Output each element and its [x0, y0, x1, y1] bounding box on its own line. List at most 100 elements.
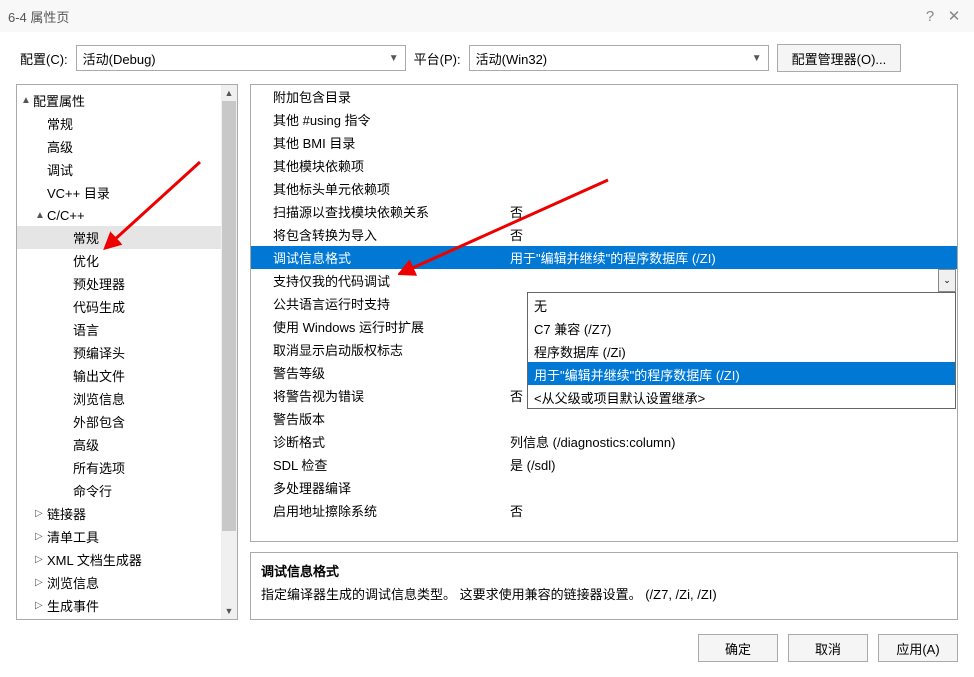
dropdown-option[interactable]: 程序数据库 (/Zi) [528, 339, 955, 362]
property-value[interactable]: 列信息 (/diagnostics:column) [506, 432, 957, 451]
tree-item-label: 优化 [73, 251, 99, 270]
property-name: 其他模块依赖项 [251, 156, 506, 175]
property-name: 启用地址擦除系统 [251, 501, 506, 520]
scroll-down-icon[interactable]: ▼ [221, 603, 237, 619]
property-name: 调试信息格式 [251, 248, 506, 267]
tree-item[interactable]: 所有选项 [17, 456, 237, 479]
expand-icon[interactable]: ▷ [35, 577, 47, 588]
platform-select[interactable]: 活动(Win32) ▼ [469, 45, 769, 71]
expand-icon[interactable]: ▲ [21, 95, 33, 106]
tree-item[interactable]: 高级 [17, 135, 237, 158]
tree-item[interactable]: ▲C/C++ [17, 204, 237, 226]
close-icon[interactable]: ✕ [942, 7, 966, 25]
ok-button[interactable]: 确定 [698, 634, 778, 662]
property-value[interactable]: 用于"编辑并继续"的程序数据库 (/ZI) [506, 248, 957, 267]
tree-item[interactable]: ▷浏览信息 [17, 571, 237, 594]
tree-item[interactable]: 预处理器 [17, 272, 237, 295]
tree-item[interactable]: 常规 [17, 112, 237, 135]
apply-button[interactable]: 应用(A) [878, 634, 958, 662]
tree-item[interactable]: 调试 [17, 158, 237, 181]
property-value[interactable]: 是 (/sdl) [506, 455, 957, 474]
property-name: 其他标头单元依赖项 [251, 179, 506, 198]
property-name: 使用 Windows 运行时扩展 [251, 317, 506, 336]
property-name: 多处理器编译 [251, 478, 506, 497]
tree-item-label: 配置属性 [33, 91, 85, 110]
dropdown-option[interactable]: <从父级或项目默认设置继承> [528, 385, 955, 408]
dropdown-option[interactable]: 用于"编辑并继续"的程序数据库 (/ZI) [528, 362, 955, 385]
description-title: 调试信息格式 [261, 561, 947, 580]
config-value: 活动(Debug) [83, 49, 389, 68]
tree-item-label: 调试 [47, 160, 73, 179]
scrollbar-thumb[interactable] [222, 101, 236, 531]
property-name: 将警告视为错误 [251, 386, 506, 405]
tree-item-label: VC++ 目录 [47, 183, 110, 202]
description-panel: 调试信息格式 指定编译器生成的调试信息类型。 这要求使用兼容的链接器设置。 (/… [250, 552, 958, 620]
property-row[interactable]: 启用地址擦除系统否 [251, 499, 957, 522]
tree-item[interactable]: ▷清单工具 [17, 525, 237, 548]
nav-tree[interactable]: ▲ ▼ ▲配置属性常规高级调试VC++ 目录▲C/C++常规优化预处理器代码生成… [16, 84, 238, 620]
dropdown-option[interactable]: C7 兼容 (/Z7) [528, 316, 955, 339]
help-icon[interactable]: ? [918, 8, 942, 25]
tree-item[interactable]: ▷XML 文档生成器 [17, 548, 237, 571]
tree-item[interactable]: ▷链接器 [17, 502, 237, 525]
expand-icon[interactable]: ▲ [35, 210, 47, 221]
property-value[interactable]: 否 [506, 501, 957, 520]
tree-item[interactable]: 代码生成 [17, 295, 237, 318]
tree-item[interactable]: 输出文件 [17, 364, 237, 387]
property-row[interactable]: 其他模块依赖项 [251, 154, 957, 177]
scrollbar[interactable]: ▲ ▼ [221, 85, 237, 619]
debug-format-dropdown[interactable]: 无C7 兼容 (/Z7)程序数据库 (/Zi)用于"编辑并继续"的程序数据库 (… [527, 292, 956, 409]
tree-item[interactable]: 语言 [17, 318, 237, 341]
tree-item[interactable]: 常规 [17, 226, 237, 249]
property-name: 其他 BMI 目录 [251, 133, 506, 152]
config-manager-button[interactable]: 配置管理器(O)... [777, 44, 902, 72]
property-row[interactable]: 其他 BMI 目录 [251, 131, 957, 154]
property-name: 扫描源以查找模块依赖关系 [251, 202, 506, 221]
property-row[interactable]: 将包含转换为导入否 [251, 223, 957, 246]
property-row[interactable]: 警告版本 [251, 407, 957, 430]
cancel-button[interactable]: 取消 [788, 634, 868, 662]
tree-item[interactable]: 浏览信息 [17, 387, 237, 410]
property-value[interactable]: 否 [506, 202, 957, 221]
chevron-down-icon: ▼ [752, 53, 762, 64]
property-row[interactable]: 扫描源以查找模块依赖关系否 [251, 200, 957, 223]
tree-item-label: 自定义生成步骤 [47, 619, 138, 620]
tree-item-label: 生成事件 [47, 596, 99, 615]
tree-item-label: 预处理器 [73, 274, 125, 293]
property-row[interactable]: SDL 检查是 (/sdl) [251, 453, 957, 476]
scroll-up-icon[interactable]: ▲ [221, 85, 237, 101]
window-title: 6-4 属性页 [8, 7, 918, 26]
tree-item[interactable]: ▲配置属性 [17, 89, 237, 112]
property-row[interactable]: 附加包含目录 [251, 85, 957, 108]
property-row[interactable]: 其他 #using 指令 [251, 108, 957, 131]
tree-item[interactable]: VC++ 目录 [17, 181, 237, 204]
property-row[interactable]: 支持仅我的代码调试 [251, 269, 957, 292]
property-row[interactable]: 调试信息格式用于"编辑并继续"的程序数据库 (/ZI) [251, 246, 957, 269]
tree-item-label: 清单工具 [47, 527, 99, 546]
tree-item[interactable]: 命令行 [17, 479, 237, 502]
expand-icon[interactable]: ▷ [35, 508, 47, 519]
config-select[interactable]: 活动(Debug) ▼ [76, 45, 406, 71]
tree-item-label: 浏览信息 [47, 573, 99, 592]
tree-item-label: 链接器 [47, 504, 86, 523]
tree-item[interactable]: ▷生成事件 [17, 594, 237, 617]
dropdown-toggle[interactable]: ⌄ [938, 269, 956, 292]
tree-item[interactable]: ▷自定义生成步骤 [17, 617, 237, 620]
tree-item-label: 高级 [47, 137, 73, 156]
expand-icon[interactable]: ▷ [35, 600, 47, 611]
tree-item[interactable]: 优化 [17, 249, 237, 272]
tree-item[interactable]: 高级 [17, 433, 237, 456]
property-row[interactable]: 多处理器编译 [251, 476, 957, 499]
tree-item[interactable]: 预编译头 [17, 341, 237, 364]
expand-icon[interactable]: ▷ [35, 531, 47, 542]
tree-item[interactable]: 外部包含 [17, 410, 237, 433]
platform-value: 活动(Win32) [476, 49, 752, 68]
property-row[interactable]: 诊断格式列信息 (/diagnostics:column) [251, 430, 957, 453]
dropdown-option[interactable]: 无 [528, 293, 955, 316]
expand-icon[interactable]: ▷ [35, 554, 47, 565]
property-value[interactable]: 否 [506, 225, 957, 244]
property-name: 支持仅我的代码调试 [251, 271, 506, 290]
property-name: 其他 #using 指令 [251, 110, 506, 129]
property-row[interactable]: 其他标头单元依赖项 [251, 177, 957, 200]
tree-item-label: XML 文档生成器 [47, 550, 142, 569]
